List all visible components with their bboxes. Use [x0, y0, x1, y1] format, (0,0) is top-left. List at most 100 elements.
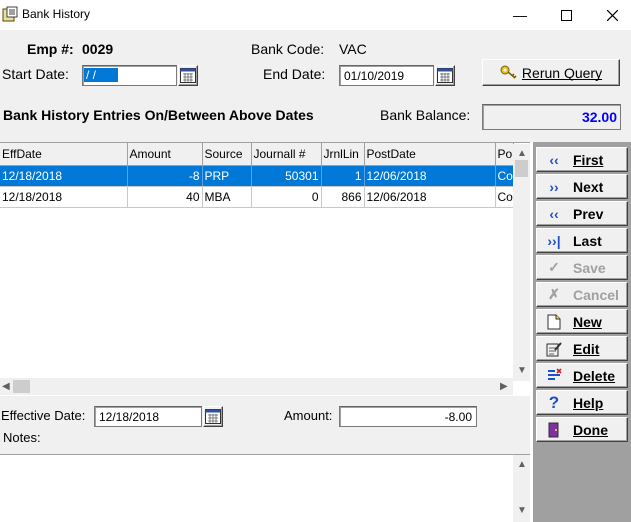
cancel-button[interactable]: ✗ Cancel [536, 282, 628, 307]
last-button[interactable]: ››| Last [536, 228, 628, 253]
calendar-icon [180, 68, 196, 83]
effective-date-calendar-button[interactable] [203, 406, 223, 427]
notes-label: Notes: [3, 430, 41, 445]
previous-record-icon: ‹‹ [549, 205, 559, 222]
notes-vertical-scrollbar[interactable]: ▲ ▼ [513, 455, 530, 522]
minimize-icon: — [513, 7, 527, 23]
column-header-effdate[interactable]: EffDate [0, 143, 128, 166]
grid-horizontal-scrollbar[interactable]: ◀ ▶ [0, 378, 513, 395]
scroll-down-icon[interactable]: ▼ [517, 505, 527, 516]
column-header-po[interactable]: Po [495, 143, 514, 166]
done-label: Done [573, 421, 608, 438]
prev-button[interactable]: ‹‹ Prev [536, 201, 628, 226]
scroll-up-icon[interactable]: ▲ [517, 459, 527, 470]
title-bar: Bank History — [0, 0, 631, 30]
scroll-up-icon[interactable]: ▲ [517, 148, 527, 159]
next-record-icon: ›› [549, 178, 559, 195]
app-icon [2, 6, 18, 22]
amount-label: Amount: [284, 408, 333, 423]
help-icon: ? [548, 392, 560, 412]
done-button[interactable]: Done [536, 417, 628, 442]
table-row[interactable]: 12/18/2018 40 MBA 0 866 12/06/2018 Co [0, 186, 514, 208]
cell-source: MBA [202, 186, 252, 208]
bank-code-value: VAC [339, 41, 367, 57]
window-title: Bank History [22, 7, 91, 21]
cell-po: Co [495, 186, 514, 208]
first-button[interactable]: ‹‹ First [536, 147, 628, 172]
column-header-jrnllin[interactable]: JrnlLin [321, 143, 365, 166]
calendar-icon [205, 409, 221, 424]
grid-vertical-scrollbar[interactable]: ▲ ▼ [513, 144, 530, 381]
first-label: First [573, 151, 604, 168]
cell-amount: -8 [127, 165, 203, 187]
end-date-field[interactable]: 01/10/2019 [339, 65, 434, 86]
end-date-label: End Date: [263, 66, 326, 82]
next-label: Next [573, 178, 604, 195]
query-header: Emp #: 0029 Bank Code: VAC Start Date: /… [0, 30, 631, 142]
help-button[interactable]: ? Help [536, 390, 628, 415]
start-date-label: Start Date: [2, 66, 69, 82]
entries-label: Bank History Entries On/Between Above Da… [3, 107, 314, 123]
column-header-postdate[interactable]: PostDate [364, 143, 496, 166]
edit-button[interactable]: Edit [536, 336, 628, 361]
last-record-icon: ››| [547, 232, 561, 249]
history-table: EffDate Amount Source Journall # JrnlLin… [0, 143, 514, 208]
start-date-value: / / [84, 68, 118, 82]
rerun-query-button[interactable]: Rerun Query [482, 59, 620, 86]
cell-postdate: 12/06/2018 [364, 165, 496, 187]
effective-date-label: Effective Date: [1, 408, 86, 423]
help-label: Help [573, 394, 604, 411]
scroll-down-icon[interactable]: ▼ [517, 365, 527, 376]
navigation-panel: ‹‹ First ›› Next ‹‹ Prev ››| Last ✓ Save… [533, 142, 631, 522]
key-icon [500, 65, 517, 79]
save-button[interactable]: ✓ Save [536, 255, 628, 280]
delete-button[interactable]: Delete [536, 363, 628, 388]
new-label: New [573, 313, 602, 330]
notes-textarea[interactable] [0, 454, 530, 522]
new-document-icon [545, 313, 563, 331]
column-header-journal[interactable]: Journall # [251, 143, 322, 166]
cell-effdate: 12/18/2018 [0, 186, 128, 208]
history-grid[interactable]: EffDate Amount Source Journall # JrnlLin… [0, 142, 530, 396]
save-label: Save [573, 259, 606, 276]
scroll-thumb[interactable] [515, 160, 528, 177]
next-button[interactable]: ›› Next [536, 174, 628, 199]
column-header-amount[interactable]: Amount [127, 143, 203, 166]
cell-po: Co [495, 165, 514, 187]
amount-field[interactable]: -8.00 [339, 406, 477, 427]
edit-icon [545, 340, 563, 358]
rerun-query-label: Rerun Query [521, 64, 603, 81]
detail-panel: Effective Date: 12/18/2018 Amount: -8.00… [0, 396, 530, 454]
minimize-button[interactable]: — [497, 0, 543, 30]
close-button[interactable] [589, 0, 631, 30]
cell-effdate: 12/18/2018 [0, 165, 128, 187]
bank-balance-label: Bank Balance: [380, 107, 471, 123]
door-exit-icon [545, 421, 563, 439]
effective-date-field[interactable]: 12/18/2018 [94, 406, 202, 427]
checkmark-icon: ✓ [548, 259, 560, 275]
cancel-x-icon: ✗ [548, 286, 560, 302]
edit-label: Edit [573, 340, 600, 357]
scroll-right-icon[interactable]: ▶ [500, 381, 508, 392]
last-label: Last [573, 232, 602, 249]
close-icon [606, 9, 618, 21]
start-date-calendar-button[interactable] [178, 65, 198, 86]
delete-label: Delete [573, 367, 616, 384]
start-date-field[interactable]: / / [82, 65, 177, 86]
cell-journal: 50301 [251, 165, 322, 187]
cell-amount: 40 [127, 186, 203, 208]
cell-jrnllin: 866 [321, 186, 365, 208]
new-button[interactable]: New [536, 309, 628, 334]
cancel-label: Cancel [573, 286, 619, 303]
scroll-left-icon[interactable]: ◀ [2, 381, 10, 392]
scroll-thumb[interactable] [13, 380, 30, 393]
cell-jrnllin: 1 [321, 165, 365, 187]
table-header-row: EffDate Amount Source Journall # JrnlLin… [0, 143, 514, 166]
emp-label: Emp #: [27, 41, 74, 57]
maximize-button[interactable] [543, 0, 589, 30]
table-row[interactable]: 12/18/2018 -8 PRP 50301 1 12/06/2018 Co [0, 165, 514, 187]
end-date-calendar-button[interactable] [435, 65, 455, 86]
bank-code-label: Bank Code: [251, 41, 325, 57]
column-header-source[interactable]: Source [202, 143, 252, 166]
cell-source: PRP [202, 165, 252, 187]
